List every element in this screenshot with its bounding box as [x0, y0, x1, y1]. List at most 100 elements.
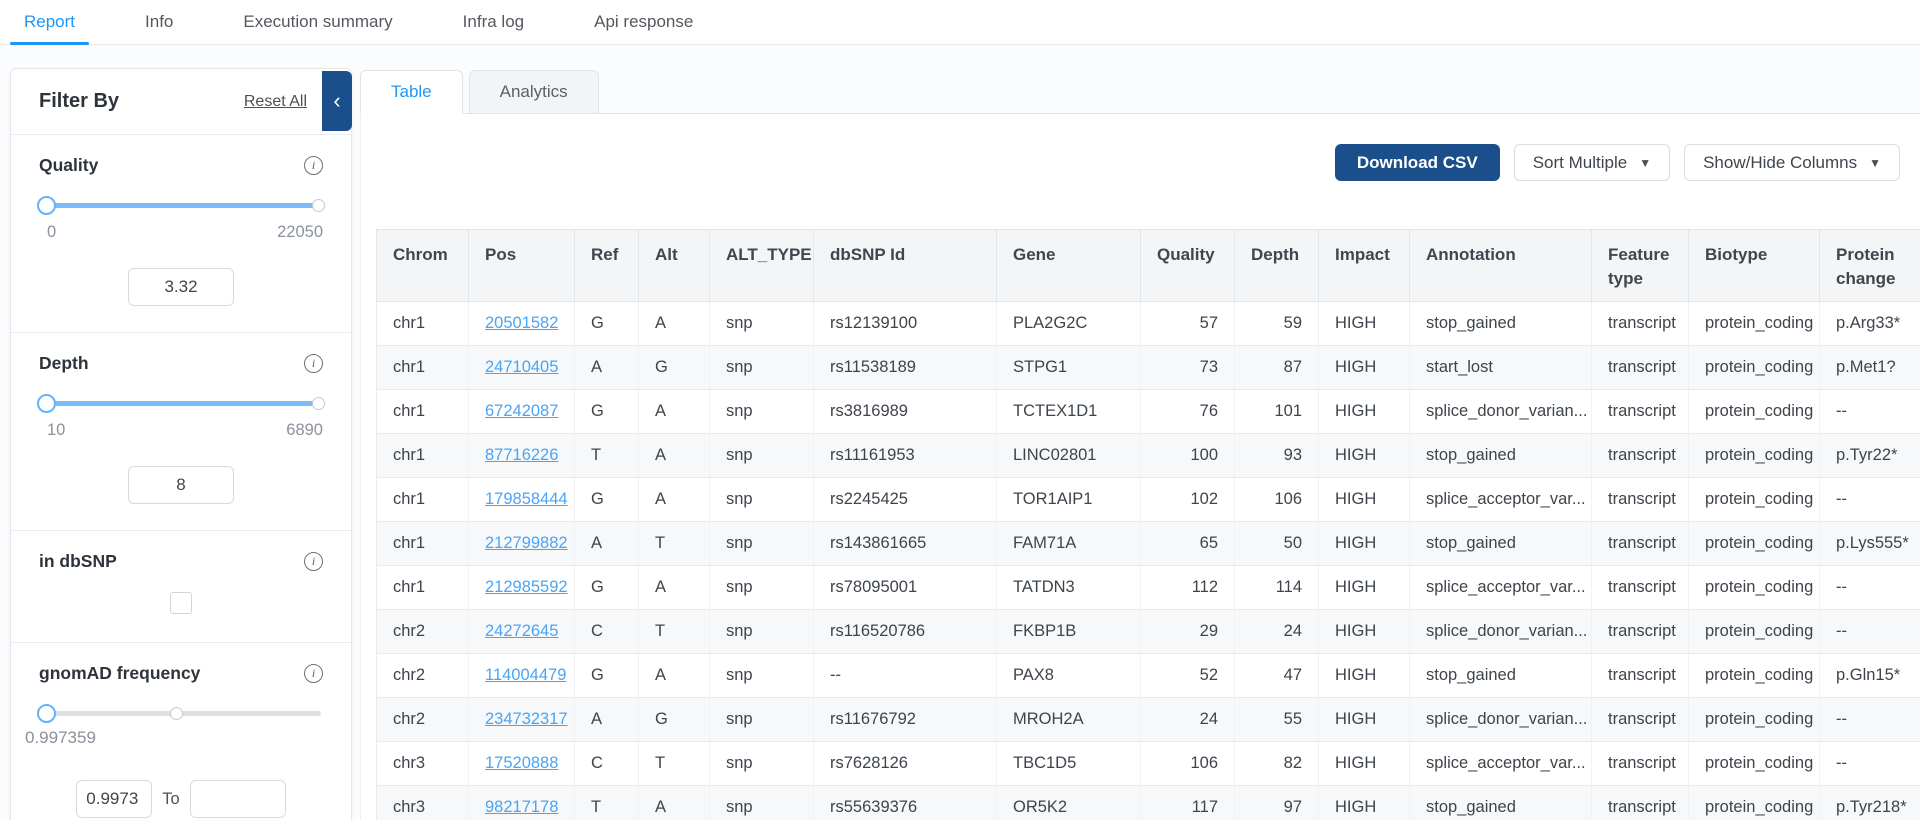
- cell-quality: 100: [1141, 433, 1235, 477]
- pos-link[interactable]: 98217178: [485, 798, 558, 816]
- cell-quality: 73: [1141, 345, 1235, 389]
- cell-gene: PAX8: [997, 653, 1141, 697]
- depth-slider-handle-max[interactable]: [312, 397, 325, 410]
- gnomad-to-input[interactable]: [190, 780, 286, 818]
- pos-link[interactable]: 87716226: [485, 446, 558, 464]
- column-header-pos[interactable]: Pos: [469, 230, 575, 302]
- nav-tab-report[interactable]: Report: [10, 0, 89, 44]
- pos-link[interactable]: 212985592: [485, 578, 568, 596]
- pos-link[interactable]: 212799882: [485, 534, 568, 552]
- gnomad-slider-handle-max[interactable]: [170, 707, 183, 720]
- quality-value-input[interactable]: [128, 268, 234, 306]
- column-header-impact[interactable]: Impact: [1319, 230, 1410, 302]
- view-tab-bar: TableAnalytics: [360, 70, 1920, 114]
- nav-tab-api-response[interactable]: Api response: [580, 0, 707, 44]
- table-header-row: ChromPosRefAltALT_TYPEdbSNP IdGeneQualit…: [377, 230, 1920, 302]
- table-row: chr398217178TAsnprs55639376OR5K211797HIG…: [377, 785, 1920, 820]
- column-header-gene[interactable]: Gene: [997, 230, 1141, 302]
- pos-link[interactable]: 17520888: [485, 754, 558, 772]
- info-icon[interactable]: i: [304, 156, 323, 175]
- depth-slider-track[interactable]: [41, 401, 321, 406]
- pos-link[interactable]: 24710405: [485, 358, 558, 376]
- chevron-down-icon: ▼: [1869, 156, 1881, 170]
- cell-gene: FAM71A: [997, 521, 1141, 565]
- pos-link[interactable]: 20501582: [485, 314, 558, 332]
- table-row: chr187716226TAsnprs11161953LINC028011009…: [377, 433, 1920, 477]
- cell-quality: 106: [1141, 741, 1235, 785]
- column-header-chrom[interactable]: Chrom: [377, 230, 469, 302]
- cell-gene: FKBP1B: [997, 609, 1141, 653]
- cell-feature-type: transcript: [1592, 389, 1689, 433]
- column-header-alt-type[interactable]: ALT_TYPE: [710, 230, 814, 302]
- pos-link[interactable]: 179858444: [485, 490, 568, 508]
- filter-header: Filter By Reset All ‹: [11, 69, 351, 135]
- cell-pos: 24710405: [469, 345, 575, 389]
- sort-multiple-button[interactable]: Sort Multiple ▼: [1514, 144, 1670, 181]
- cell-protein-change: --: [1820, 565, 1920, 609]
- cell-ref: C: [575, 609, 639, 653]
- column-header-ref[interactable]: Ref: [575, 230, 639, 302]
- quality-slider-track[interactable]: [41, 203, 321, 208]
- nav-tab-execution-summary[interactable]: Execution summary: [229, 0, 406, 44]
- depth-slider[interactable]: [39, 394, 323, 414]
- gnomad-from-input[interactable]: [76, 780, 152, 818]
- cell-protein-change: p.Lys555*: [1820, 521, 1920, 565]
- cell-protein-change: p.Arg33*: [1820, 301, 1920, 345]
- table-row: chr2114004479GAsnp--PAX85247HIGHstop_gai…: [377, 653, 1920, 697]
- cell-quality: 76: [1141, 389, 1235, 433]
- pos-link[interactable]: 234732317: [485, 710, 568, 728]
- cell-protein-change: p.Tyr22*: [1820, 433, 1920, 477]
- cell-ref: A: [575, 697, 639, 741]
- info-icon[interactable]: i: [304, 552, 323, 571]
- view-tab-table[interactable]: Table: [360, 70, 463, 114]
- cell-dbsnp-id: rs78095001: [814, 565, 997, 609]
- cell-depth: 82: [1235, 741, 1319, 785]
- pos-link[interactable]: 67242087: [485, 402, 558, 420]
- nav-tab-infra-log[interactable]: Infra log: [449, 0, 538, 44]
- cell-dbsnp-id: --: [814, 653, 997, 697]
- depth-value-input[interactable]: [128, 466, 234, 504]
- table-row: chr1212799882ATsnprs143861665FAM71A6550H…: [377, 521, 1920, 565]
- cell-annotation: splice_acceptor_var...: [1410, 565, 1592, 609]
- table-row: chr1179858444GAsnprs2245425TOR1AIP110210…: [377, 477, 1920, 521]
- column-header-annotation[interactable]: Annotation: [1410, 230, 1592, 302]
- reset-all-link[interactable]: Reset All: [244, 93, 307, 111]
- info-icon[interactable]: i: [304, 354, 323, 373]
- cell-alt: A: [639, 785, 710, 820]
- depth-label: Depth: [39, 353, 89, 374]
- cell-annotation: stop_gained: [1410, 301, 1592, 345]
- quality-slider-handle-max[interactable]: [312, 199, 325, 212]
- column-header-dbsnp-id[interactable]: dbSNP Id: [814, 230, 997, 302]
- column-header-alt[interactable]: Alt: [639, 230, 710, 302]
- cell-alt-type: snp: [710, 433, 814, 477]
- info-icon[interactable]: i: [304, 664, 323, 683]
- column-header-quality[interactable]: Quality: [1141, 230, 1235, 302]
- depth-slider-handle-min[interactable]: [37, 394, 56, 413]
- table-row: chr317520888CTsnprs7628126TBC1D510682HIG…: [377, 741, 1920, 785]
- dbsnp-filter-section: in dbSNP i: [11, 531, 351, 643]
- pos-link[interactable]: 114004479: [485, 666, 566, 684]
- column-header-protein-change[interactable]: Protein change: [1820, 230, 1920, 302]
- pos-link[interactable]: 24272645: [485, 622, 558, 640]
- in-dbsnp-checkbox[interactable]: [170, 592, 192, 614]
- cell-protein-change: --: [1820, 477, 1920, 521]
- cell-alt: A: [639, 477, 710, 521]
- column-header-biotype[interactable]: Biotype: [1689, 230, 1820, 302]
- cell-protein-change: --: [1820, 389, 1920, 433]
- column-header-depth[interactable]: Depth: [1235, 230, 1319, 302]
- nav-tab-info[interactable]: Info: [131, 0, 187, 44]
- download-csv-button[interactable]: Download CSV: [1335, 144, 1500, 181]
- view-tab-analytics[interactable]: Analytics: [469, 70, 599, 114]
- cell-chrom: chr1: [377, 565, 469, 609]
- gnomad-slider-handle-min[interactable]: [37, 704, 56, 723]
- cell-annotation: splice_donor_varian...: [1410, 389, 1592, 433]
- quality-slider-handle-min[interactable]: [37, 196, 56, 215]
- column-header-feature-type[interactable]: Feature type: [1592, 230, 1689, 302]
- collapse-sidebar-button[interactable]: ‹: [322, 71, 352, 131]
- show-hide-columns-button[interactable]: Show/Hide Columns ▼: [1684, 144, 1900, 181]
- cell-depth: 24: [1235, 609, 1319, 653]
- gnomad-slider[interactable]: [39, 704, 323, 724]
- cell-chrom: chr3: [377, 785, 469, 820]
- quality-slider[interactable]: [39, 196, 323, 216]
- table-toolbar: Download CSV Sort Multiple ▼ Show/Hide C…: [1335, 144, 1900, 181]
